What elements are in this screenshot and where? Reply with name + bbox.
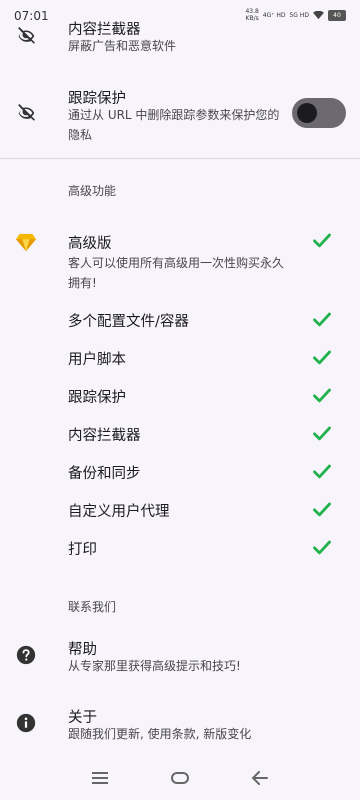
about-row[interactable]: 关于 跟随我们更新, 使用条款, 新版变化: [0, 700, 360, 752]
feature-row: 跟踪保护: [0, 384, 360, 408]
premium-section-header: 高级功能: [68, 184, 117, 198]
feature-row: 用户脚本: [0, 346, 360, 370]
feature-label: 备份和同步: [68, 466, 141, 482]
premium-subtitle: 客人可以使用所有高级用一次性购买永久拥有!: [68, 256, 285, 290]
content-blocker-row[interactable]: 内容拦截器 屏蔽广告和恶意软件: [0, 0, 360, 70]
feature-label: 自定义用户代理: [68, 504, 170, 520]
check-icon: [313, 540, 331, 555]
help-row[interactable]: 帮助 从专家那里获得高级提示和技巧!: [0, 630, 360, 682]
info-icon: [14, 711, 38, 735]
content-blocker-subtitle: 屏蔽广告和恶意软件: [68, 39, 177, 53]
feature-row: 备份和同步: [0, 460, 360, 484]
tracking-protection-row[interactable]: 跟踪保护 通过从 URL 中删除跟踪参数来保护您的隐私: [0, 80, 360, 150]
home-icon[interactable]: [168, 766, 192, 790]
feature-label: 打印: [68, 542, 97, 558]
check-icon: [313, 233, 331, 248]
feature-row: 自定义用户代理: [0, 498, 360, 522]
menu-icon[interactable]: [88, 766, 112, 790]
eye-off-icon: [14, 101, 38, 125]
check-icon: [313, 502, 331, 517]
tracking-protection-subtitle: 通过从 URL 中删除跟踪参数来保护您的隐私: [68, 108, 280, 142]
help-subtitle: 从专家那里获得高级提示和技巧!: [68, 659, 241, 673]
premium-title: 高级版: [68, 236, 112, 252]
feature-row: 多个配置文件/容器: [0, 308, 360, 332]
help-circle-icon: [14, 643, 38, 667]
eye-off-icon: [14, 24, 38, 48]
feature-row: 内容拦截器: [0, 422, 360, 446]
feature-label: 跟踪保护: [68, 390, 126, 406]
contact-section-header: 联系我们: [68, 600, 117, 614]
feature-row: 打印: [0, 536, 360, 560]
feature-label: 内容拦截器: [68, 428, 141, 444]
check-icon: [313, 312, 331, 327]
back-icon[interactable]: [248, 766, 272, 790]
check-icon: [313, 426, 331, 441]
check-icon: [313, 464, 331, 479]
divider: [0, 158, 360, 159]
about-subtitle: 跟随我们更新, 使用条款, 新版变化: [68, 727, 252, 741]
check-icon: [313, 388, 331, 403]
diamond-icon: [14, 230, 38, 254]
system-nav-bar: [0, 756, 360, 800]
toggle-knob: [297, 103, 317, 123]
tracking-protection-toggle[interactable]: [292, 98, 346, 128]
premium-row[interactable]: 高级版 客人可以使用所有高级用一次性购买永久拥有!: [0, 220, 360, 300]
check-icon: [313, 350, 331, 365]
feature-label: 用户脚本: [68, 352, 126, 368]
feature-label: 多个配置文件/容器: [68, 314, 189, 330]
